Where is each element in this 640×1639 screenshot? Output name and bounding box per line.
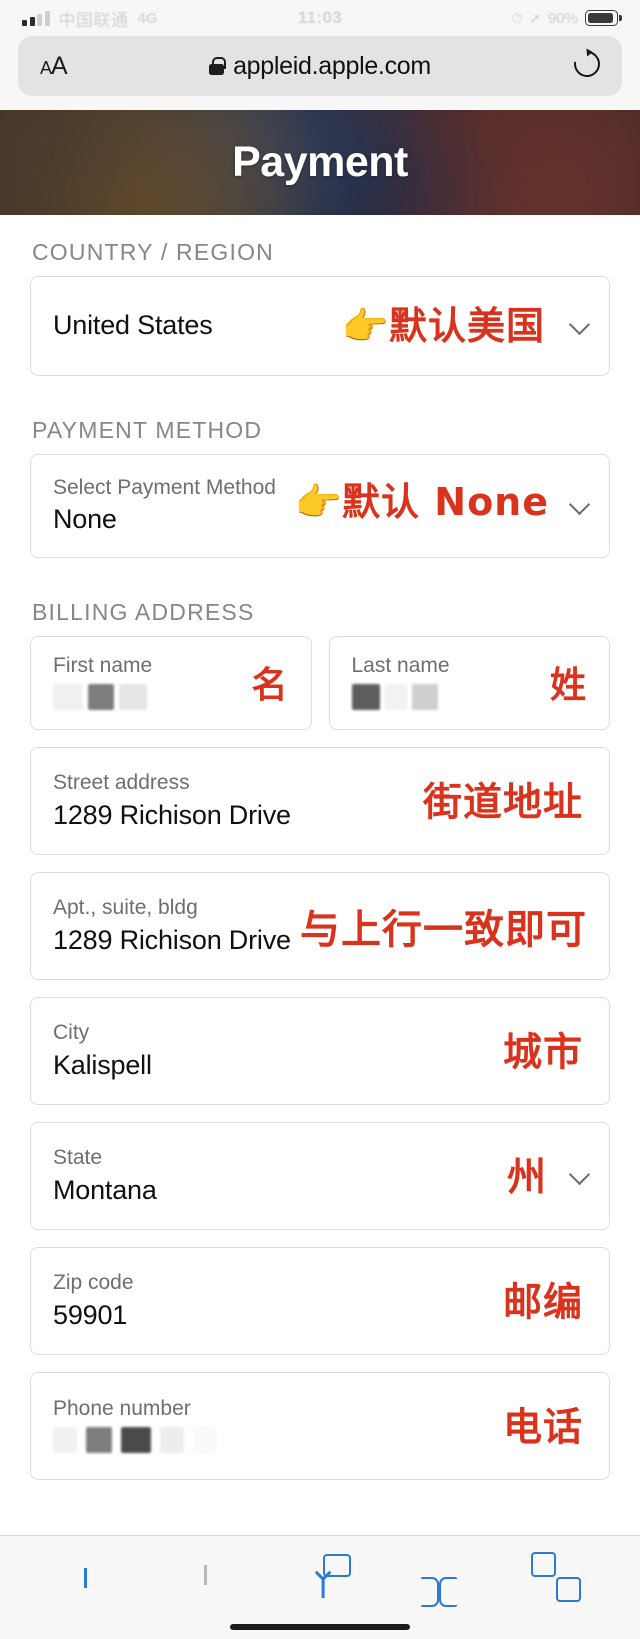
signal-bars-icon <box>22 10 50 26</box>
network-type: 4G <box>137 9 158 27</box>
name-fields-row: First name 名 Last name 姓 <box>30 636 610 747</box>
url-text: appleid.apple.com <box>233 51 431 80</box>
first-name-redacted-value <box>53 681 289 713</box>
chevron-down-icon[interactable] <box>568 1164 591 1186</box>
last-name-field[interactable]: Last name 姓 <box>328 636 610 731</box>
street-address-field[interactable]: Street address 1289 Richison Drive 街道地址 <box>30 747 610 856</box>
city-value: Kalispell <box>53 1049 152 1080</box>
payment-method-label: Select Payment Method <box>53 476 276 499</box>
page-header: Payment <box>0 110 640 215</box>
reload-button[interactable] <box>568 45 606 82</box>
zip-code-label: Zip code <box>53 1271 134 1295</box>
apt-suite-bldg-value: 1289 Richison Drive <box>53 924 291 955</box>
zip-code-value: 59901 <box>53 1299 128 1330</box>
last-name-label: Last name <box>351 654 450 677</box>
battery-percent: 90% <box>547 9 578 27</box>
street-address-value: 1289 Richison Drive <box>53 799 291 830</box>
home-indicator <box>230 1624 410 1630</box>
street-address-label: Street address <box>53 771 190 795</box>
first-name-field[interactable]: First name 名 <box>30 636 312 731</box>
city-field[interactable]: City Kalispell 城市 <box>30 997 610 1106</box>
page-title: Payment <box>232 138 408 186</box>
country-region-value: United States <box>53 310 213 341</box>
location-arrow-icon: ➚ <box>529 9 541 26</box>
reload-icon <box>568 45 606 82</box>
safari-bottom-toolbar <box>0 1535 640 1639</box>
status-bar-right: ⏱ ➚ 90% <box>511 10 618 27</box>
state-field[interactable]: State Montana 州 <box>30 1122 610 1231</box>
state-label: State <box>53 1146 103 1170</box>
chevron-left-icon <box>84 1567 88 1588</box>
lock-icon <box>209 57 226 75</box>
country-region-section-label: COUNTRY / REGION <box>32 239 274 265</box>
forward-button[interactable] <box>203 1564 207 1586</box>
billing-address-section-label: BILLING ADDRESS <box>32 599 255 625</box>
chevron-down-icon[interactable] <box>568 493 591 516</box>
apt-suite-bldg-label: Apt., suite, bldg <box>53 896 198 920</box>
browser-url-bar-container: AA appleid.apple.com <box>0 36 640 110</box>
phone-number-field[interactable]: Phone number 电话 <box>30 1372 610 1481</box>
payment-method-field[interactable]: Select Payment Method None 👉默认 None <box>30 454 610 558</box>
phone-number-label: Phone number <box>53 1397 191 1421</box>
state-value: Montana <box>53 1174 157 1205</box>
alarm-clock-icon: ⏱ <box>511 9 523 26</box>
country-region-field[interactable]: United States 👉默认美国 <box>30 276 610 376</box>
last-name-redacted-value <box>351 681 588 713</box>
browser-url-bar[interactable]: AA appleid.apple.com <box>18 36 622 96</box>
status-bar: 中国联通 4G 11:03 ⏱ ➚ 90% <box>0 0 640 36</box>
payment-form: COUNTRY / REGION United States 👉默认美国 PAY… <box>0 215 640 1481</box>
apt-suite-bldg-field[interactable]: Apt., suite, bldg 1289 Richison Drive 与上… <box>30 872 610 981</box>
chevron-down-icon[interactable] <box>568 313 591 336</box>
status-bar-left: 中国联通 4G <box>22 6 511 31</box>
first-name-label: First name <box>53 654 153 677</box>
text-size-button[interactable]: AA <box>40 53 68 79</box>
url-display: appleid.apple.com <box>18 52 622 81</box>
zip-code-field[interactable]: Zip code 59901 邮编 <box>30 1247 610 1356</box>
battery-icon <box>585 10 618 26</box>
payment-method-value: None <box>53 504 117 535</box>
chevron-right-icon <box>203 1564 207 1585</box>
carrier-name: 中国联通 <box>58 10 129 30</box>
payment-method-section-label: PAYMENT METHOD <box>32 417 263 443</box>
back-button[interactable] <box>84 1567 88 1588</box>
phone-screen: 中国联通 4G 11:03 ⏱ ➚ 90% AA appleid.apple.c… <box>0 0 640 1639</box>
phone-number-redacted-value <box>53 1424 587 1456</box>
city-label: City <box>53 1021 90 1045</box>
